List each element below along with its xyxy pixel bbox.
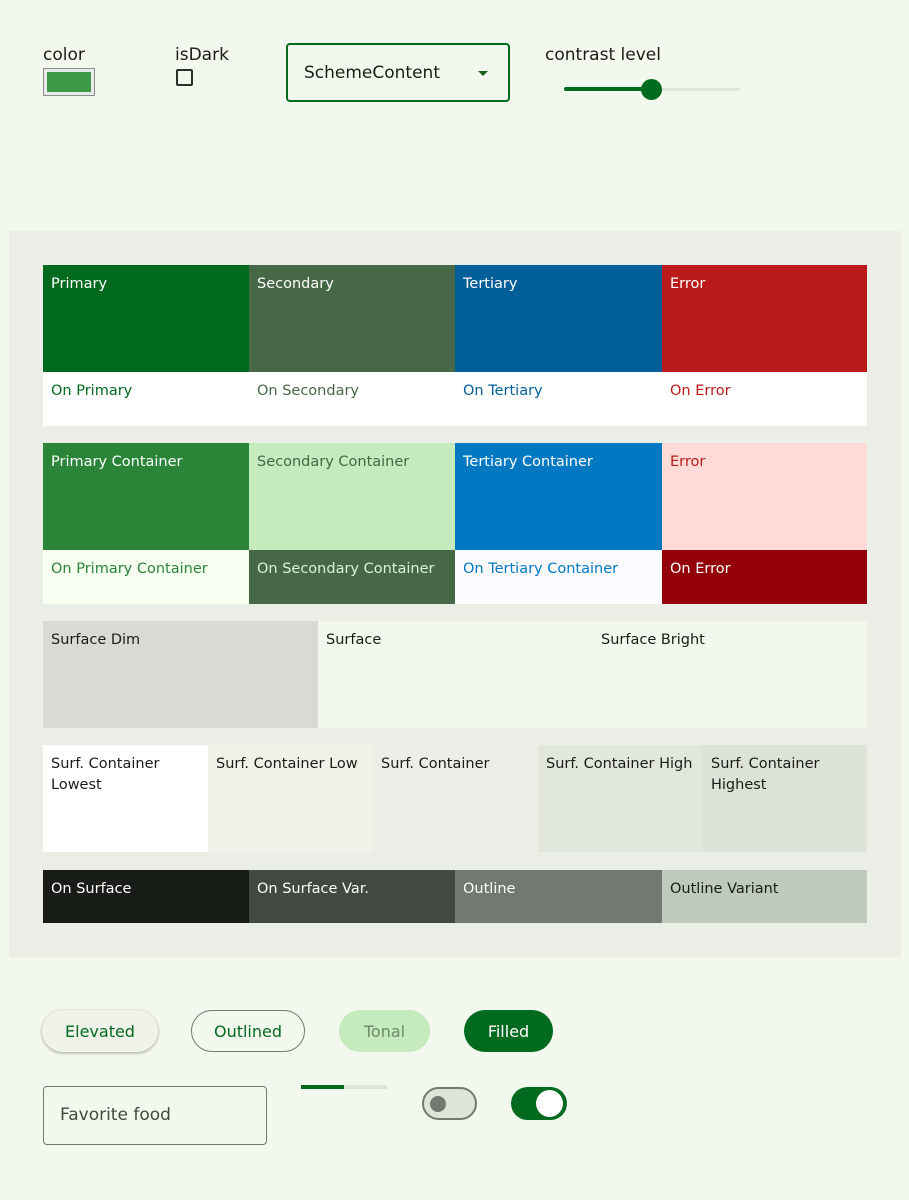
color-swatch-fill xyxy=(47,72,91,92)
scheme-select[interactable]: SchemeContent xyxy=(286,43,510,102)
dropdown-arrow-icon xyxy=(478,71,488,76)
on-secondary-container-swatch: On Secondary Container xyxy=(249,550,455,604)
favorite-food-field[interactable]: Favorite food xyxy=(43,1086,267,1145)
scheme-select-value: SchemeContent xyxy=(304,63,440,83)
slider-track-inactive xyxy=(652,88,740,91)
tonal-button[interactable]: Tonal xyxy=(339,1010,430,1052)
switch-knob xyxy=(536,1090,563,1117)
on-secondary-swatch: On Secondary xyxy=(249,372,455,426)
outline-swatch: Outline xyxy=(455,870,662,923)
error-swatch: Error xyxy=(662,265,867,372)
slider-track-active xyxy=(564,87,652,91)
on-tertiary-swatch: On Tertiary xyxy=(455,372,662,426)
on-error-container-swatch: On Error xyxy=(662,550,867,604)
outline-variant-swatch: Outline Variant xyxy=(662,870,867,923)
slider-thumb[interactable] xyxy=(641,79,662,100)
outlined-button[interactable]: Outlined xyxy=(191,1010,305,1052)
primary-container-swatch: Primary Container xyxy=(43,443,249,550)
surface-bright-swatch: Surface Bright xyxy=(593,621,867,728)
color-label: color xyxy=(43,45,85,65)
secondary-swatch: Secondary xyxy=(249,265,455,372)
on-primary-container-swatch: On Primary Container xyxy=(43,550,249,604)
switch-knob xyxy=(430,1096,446,1112)
isdark-label: isDark xyxy=(175,45,229,65)
surf-container-highest-swatch: Surf. Container Highest xyxy=(703,745,867,852)
tertiary-container-swatch: Tertiary Container xyxy=(455,443,662,550)
tertiary-swatch: Tertiary xyxy=(455,265,662,372)
contrast-level-label: contrast level xyxy=(545,45,661,65)
on-surface-swatch: On Surface xyxy=(43,870,249,923)
favorite-food-placeholder: Favorite food xyxy=(60,1105,171,1125)
filled-button[interactable]: Filled xyxy=(464,1010,553,1052)
on-error-swatch: On Error xyxy=(662,372,867,426)
on-surface-variant-swatch: On Surface Var. xyxy=(249,870,455,923)
progress-indicator xyxy=(301,1085,344,1089)
switch-off[interactable] xyxy=(422,1087,477,1120)
elevated-button[interactable]: Elevated xyxy=(42,1010,158,1052)
secondary-container-swatch: Secondary Container xyxy=(249,443,455,550)
color-picker[interactable] xyxy=(43,68,95,96)
surf-container-swatch: Surf. Container xyxy=(373,745,538,852)
on-primary-swatch: On Primary xyxy=(43,372,249,426)
surface-swatch: Surface xyxy=(318,621,593,728)
switch-on[interactable] xyxy=(511,1087,567,1120)
primary-swatch: Primary xyxy=(43,265,249,372)
error-container-swatch: Error xyxy=(662,443,867,550)
on-tertiary-container-swatch: On Tertiary Container xyxy=(455,550,662,604)
surface-dim-swatch: Surface Dim xyxy=(43,621,318,728)
surf-container-lowest-swatch: Surf. Container Lowest xyxy=(43,745,208,852)
isdark-checkbox[interactable] xyxy=(176,69,193,86)
surf-container-high-swatch: Surf. Container High xyxy=(538,745,703,852)
surf-container-low-swatch: Surf. Container Low xyxy=(208,745,373,852)
